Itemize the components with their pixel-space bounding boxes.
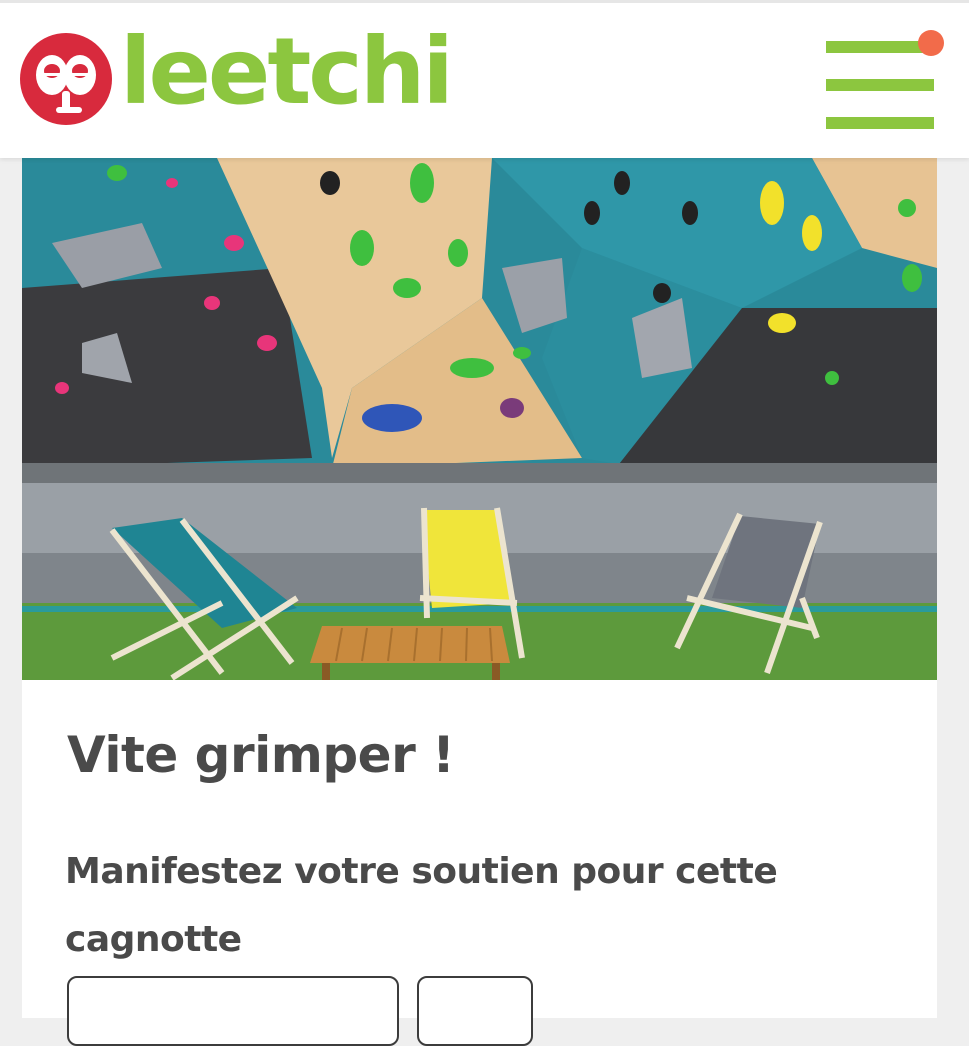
campaign-cover-image [22, 158, 937, 680]
campaign-card: Vite grimper ! Manifestez votre soutien … [22, 158, 937, 1046]
campaign-title: Vite grimper ! [67, 726, 455, 784]
support-button[interactable] [417, 976, 533, 1046]
notification-dot [918, 30, 944, 56]
menu-bar [826, 117, 934, 129]
support-prompt: Manifestez votre soutien pour cette cagn… [65, 851, 778, 960]
leetchi-logo-icon [20, 33, 112, 125]
support-input[interactable] [67, 976, 399, 1046]
climbing-gym-photo [22, 158, 937, 680]
leetchi-logo[interactable]: leetchi [18, 26, 454, 127]
site-header: leetchi [0, 0, 969, 158]
hamburger-menu-button[interactable] [826, 30, 944, 131]
logo-wordmark: leetchi [120, 18, 454, 125]
menu-bar [826, 79, 934, 91]
